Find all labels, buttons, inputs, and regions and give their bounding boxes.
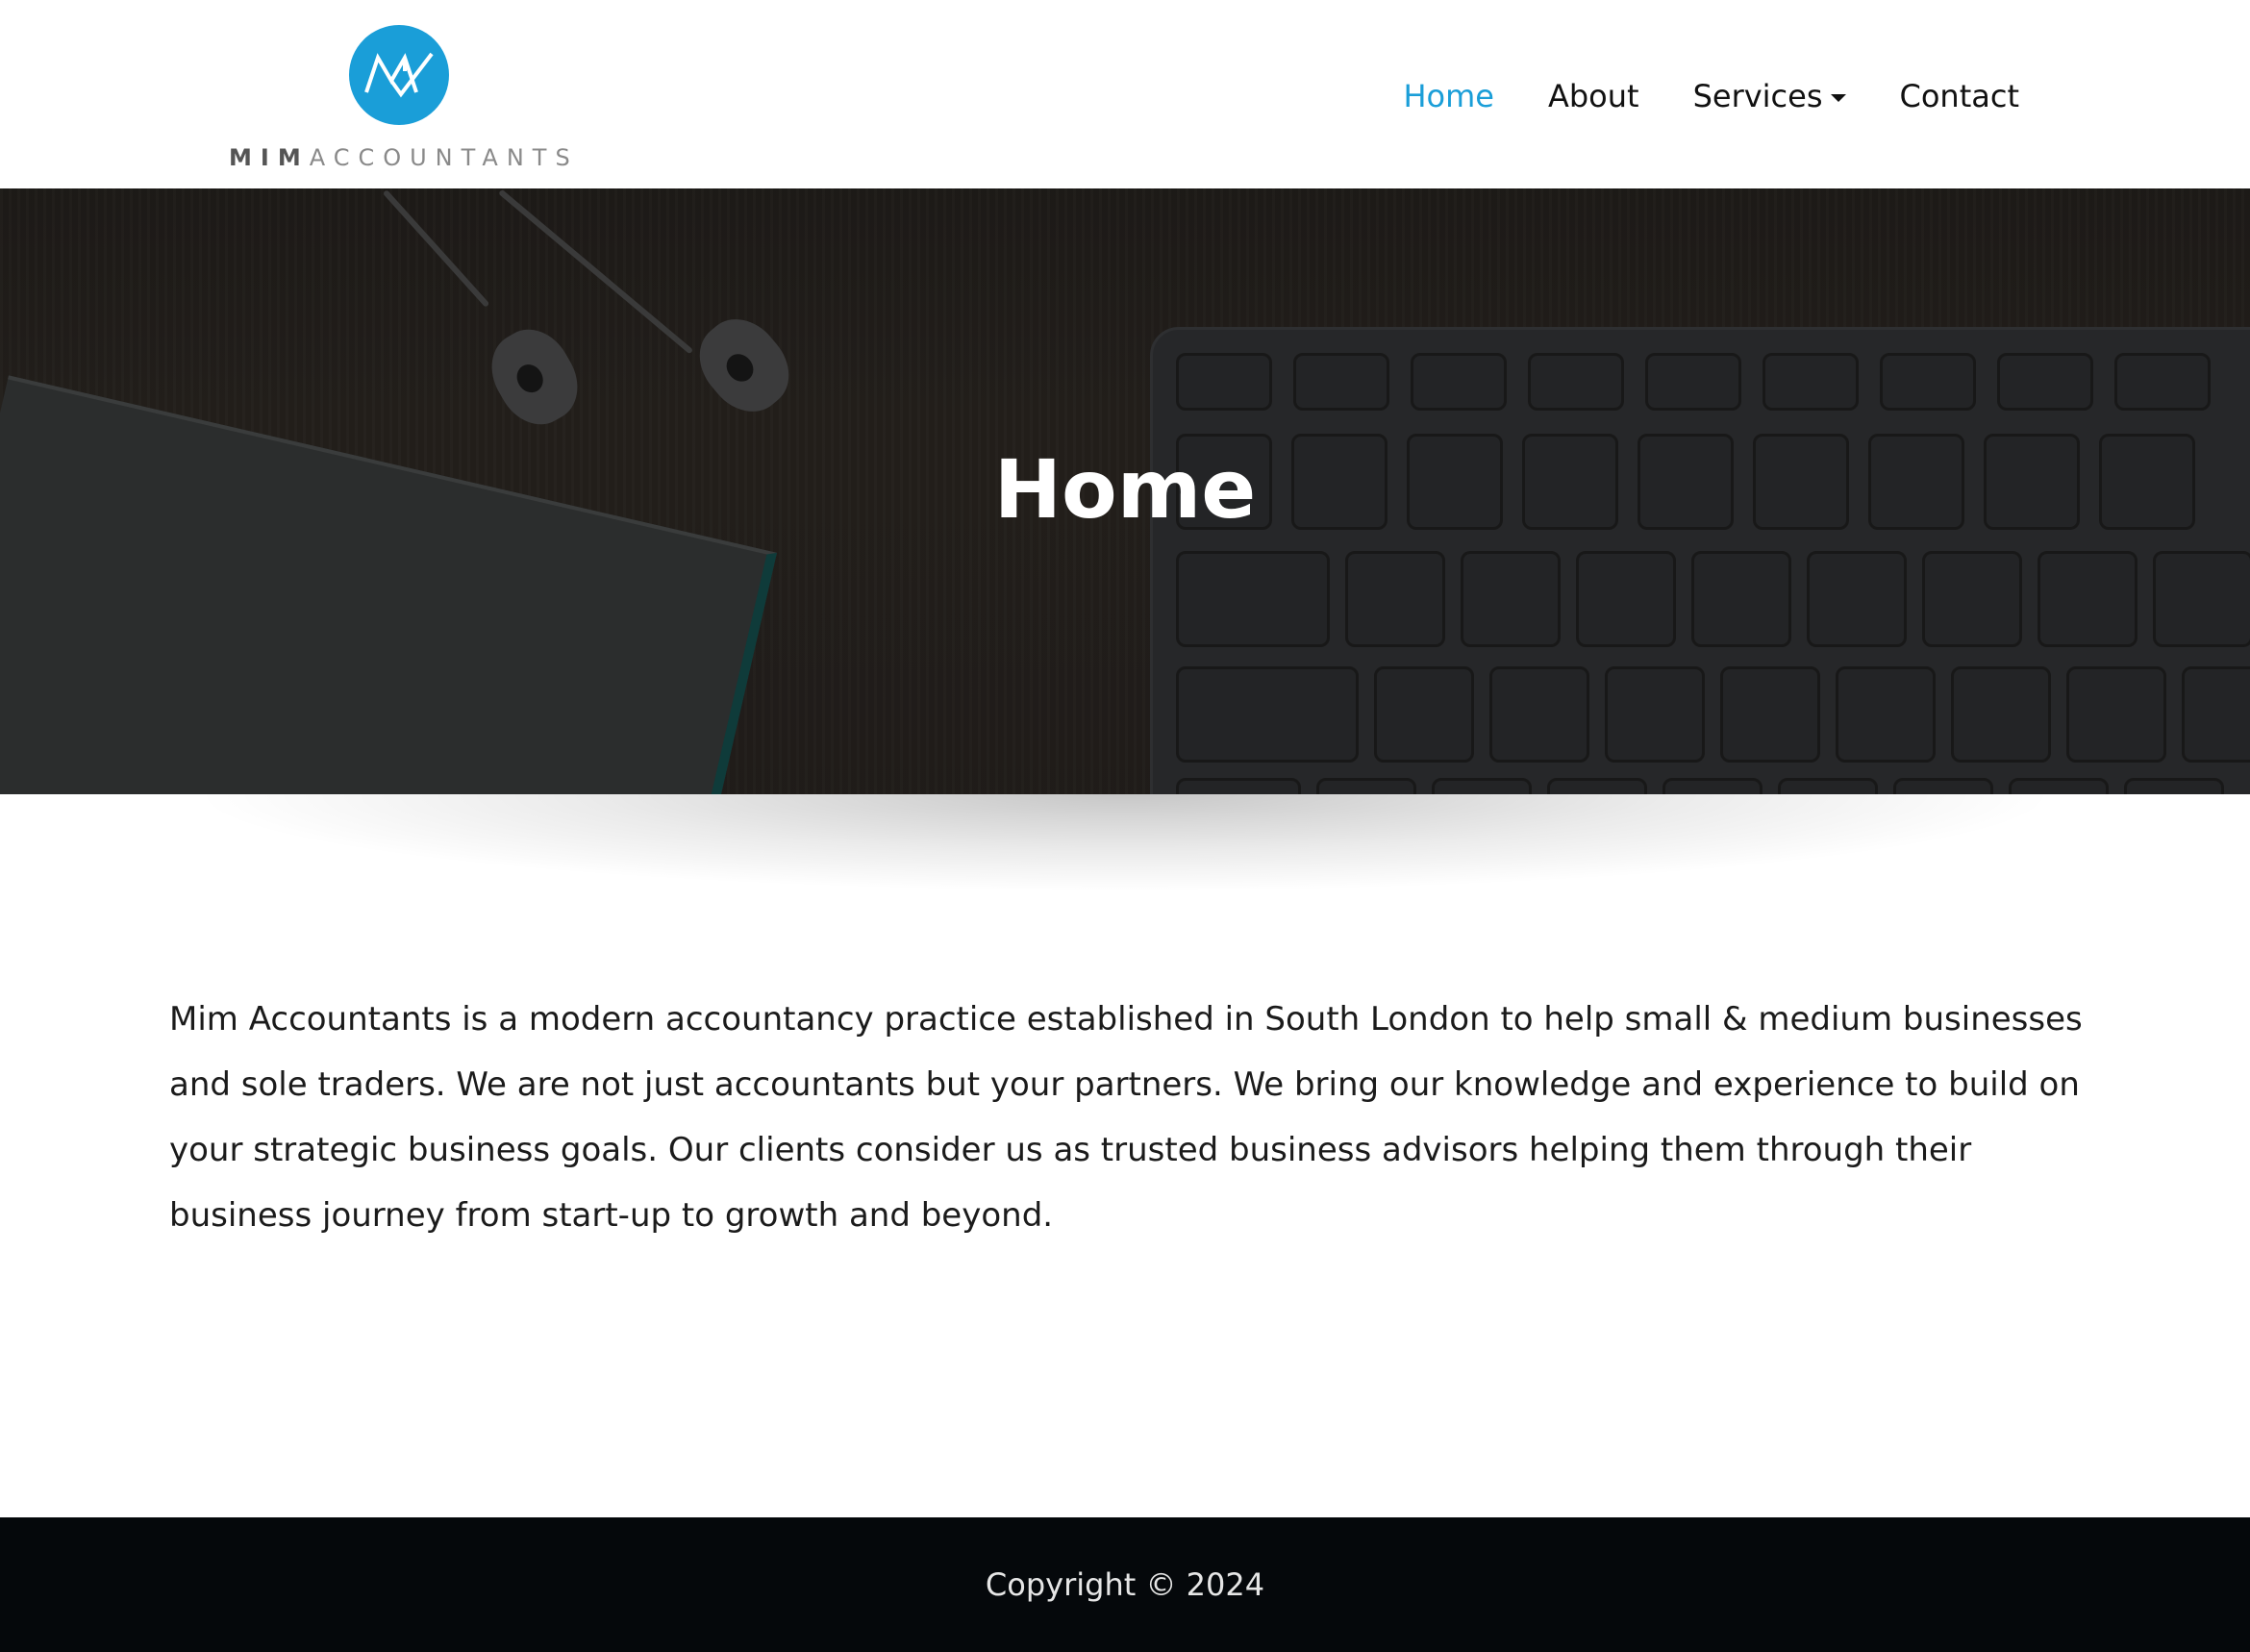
keyboard-key bbox=[1293, 353, 1389, 411]
keyboard-key bbox=[2124, 778, 2224, 794]
keyboard-key bbox=[2153, 551, 2250, 647]
page-title: Home bbox=[993, 442, 1257, 537]
copyright-text: Copyright © 2024 bbox=[985, 1566, 1265, 1603]
keyboard-key bbox=[1605, 666, 1705, 763]
keyboard-key bbox=[1547, 778, 1647, 794]
keyboard-key bbox=[1411, 353, 1507, 411]
hero-shadow bbox=[115, 794, 2135, 900]
keyboard-key bbox=[1528, 353, 1624, 411]
keyboard-key bbox=[1432, 778, 1532, 794]
keyboard-key bbox=[1662, 778, 1762, 794]
keyboard-image bbox=[1150, 327, 2250, 794]
keyboard-key bbox=[1762, 353, 1859, 411]
keyboard-key bbox=[1316, 778, 1416, 794]
logo-wordmark: MIMACCOUNTANTS bbox=[229, 144, 575, 171]
keyboard-key bbox=[1893, 778, 1993, 794]
keyboard-key bbox=[2038, 551, 2138, 647]
keyboard-key bbox=[1176, 778, 1301, 794]
site-logo[interactable]: MIMACCOUNTANTS bbox=[229, 25, 575, 171]
logo-wordmark-bold: MIM bbox=[229, 144, 310, 171]
keyboard-key bbox=[1922, 551, 2022, 647]
keyboard-key bbox=[1461, 551, 1561, 647]
keyboard-key bbox=[1691, 551, 1791, 647]
keyboard-key bbox=[2066, 666, 2166, 763]
site-header: MIMACCOUNTANTS Home About Services Conta… bbox=[0, 0, 2250, 188]
keyboard-key bbox=[1880, 353, 1976, 411]
keyboard-key bbox=[1645, 353, 1741, 411]
keyboard-key bbox=[1807, 551, 1907, 647]
keyboard-key bbox=[2009, 778, 2109, 794]
keyboard-key bbox=[1345, 551, 1445, 647]
caret-down-icon bbox=[1830, 94, 1846, 102]
keyboard-key bbox=[1997, 353, 2093, 411]
nav-contact-link[interactable]: Contact bbox=[1900, 78, 2020, 114]
nav-about-link[interactable]: About bbox=[1548, 78, 1639, 114]
keyboard-key bbox=[1778, 778, 1878, 794]
main-navigation: Home About Services Contact bbox=[1349, 69, 2019, 123]
keyboard-key bbox=[1176, 353, 1272, 411]
keyboard-key bbox=[1489, 666, 1589, 763]
mim-monogram-icon bbox=[349, 25, 449, 125]
keyboard-key bbox=[1951, 666, 2051, 763]
site-footer: Copyright © 2024 bbox=[0, 1517, 2250, 1652]
keyboard-key bbox=[2114, 353, 2211, 411]
keyboard-key bbox=[1720, 666, 1820, 763]
nav-home-link[interactable]: Home bbox=[1403, 78, 1494, 114]
keyboard-key bbox=[1836, 666, 1936, 763]
keyboard-key bbox=[1176, 551, 1330, 647]
keyboard-key bbox=[2182, 666, 2250, 763]
nav-services-dropdown[interactable]: Services bbox=[1693, 78, 1846, 114]
keyboard-key bbox=[1576, 551, 1676, 647]
intro-paragraph: Mim Accountants is a modern accountancy … bbox=[169, 1000, 2083, 1235]
main-content: Mim Accountants is a modern accountancy … bbox=[169, 987, 2083, 1248]
nav-services-label: Services bbox=[1692, 78, 1823, 114]
logo-wordmark-light: ACCOUNTANTS bbox=[309, 144, 579, 171]
hero-banner: Home bbox=[0, 188, 2250, 794]
keyboard-key bbox=[1176, 666, 1359, 763]
keyboard-key bbox=[1374, 666, 1474, 763]
